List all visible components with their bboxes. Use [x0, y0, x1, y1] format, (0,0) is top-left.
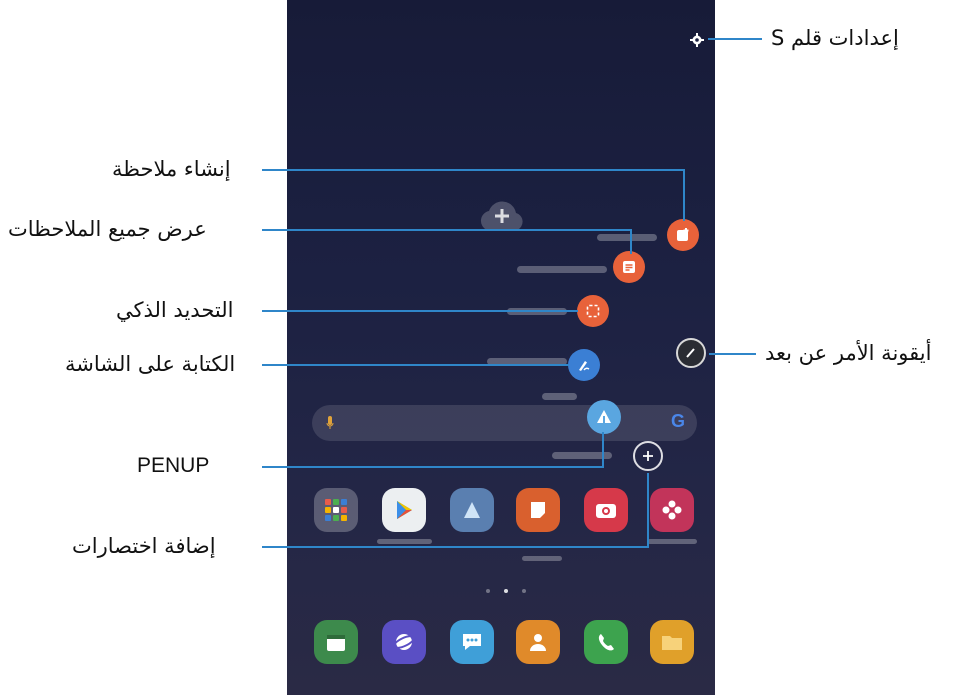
page-indicator-dot [504, 589, 508, 593]
phone-screen: G [287, 0, 715, 695]
play-store-app-icon[interactable] [382, 488, 426, 532]
air-command-button[interactable] [676, 338, 706, 368]
callout-line-create-note-v [683, 169, 685, 221]
callout-line-penup [262, 466, 604, 468]
search-bar[interactable]: G [312, 405, 697, 441]
penup-app-icon[interactable] [450, 488, 494, 532]
label-view-all-notes: عرض جميع الملاحظات [8, 217, 207, 241]
callout-line-smart-select [262, 310, 578, 312]
app-name-blur [522, 556, 562, 561]
callout-line-add-shortcuts-v [647, 473, 649, 548]
label-add-shortcuts: إضافة اختصارات [72, 534, 216, 558]
penup-icon [597, 410, 611, 423]
google-logo[interactable]: G [671, 411, 685, 432]
penup-button[interactable] [587, 400, 621, 434]
label-settings: إعدادات قلم S [771, 26, 899, 50]
app-name-blur [377, 539, 432, 544]
view-all-notes-button[interactable] [613, 251, 645, 283]
penup-blur-label [542, 393, 577, 400]
callout-line-view-notes-v [630, 229, 632, 254]
calendar-app-icon[interactable] [314, 620, 358, 664]
folder-app-icon[interactable] [314, 488, 358, 532]
view-notes-blur-label [517, 266, 607, 273]
pen-write-icon [579, 361, 590, 371]
notes-app-icon[interactable] [516, 488, 560, 532]
gear-icon[interactable] [690, 32, 704, 47]
screen-write-button[interactable] [568, 349, 600, 381]
callout-line-view-notes [262, 229, 632, 231]
messages-app-icon[interactable] [450, 620, 494, 664]
add-shortcut-button[interactable] [633, 441, 663, 471]
callout-line-add-shortcuts [262, 546, 649, 548]
plus-icon [643, 451, 653, 461]
callout-line-air-command [709, 353, 756, 355]
smart-select-button[interactable] [577, 295, 609, 327]
create-note-button[interactable] [667, 219, 699, 251]
callout-line-settings [708, 38, 762, 40]
page-indicator-dot [486, 589, 490, 593]
label-air-command-icon: أيقونة الأمر عن بعد [765, 341, 932, 365]
mic-icon[interactable] [326, 415, 334, 429]
label-smart-select: التحديد الذكي [116, 298, 234, 322]
label-penup: PENUP [137, 454, 210, 477]
pen-icon [686, 348, 695, 358]
phone-app-icon[interactable] [584, 620, 628, 664]
my-files-app-icon[interactable] [650, 620, 694, 664]
gallery-app-icon[interactable] [650, 488, 694, 532]
internet-app-icon[interactable] [382, 620, 426, 664]
label-create-note: إنشاء ملاحظة [112, 157, 231, 181]
cloud-add-icon [477, 200, 527, 232]
label-screen-write: الكتابة على الشاشة [65, 352, 236, 376]
create-note-blur-label [597, 234, 657, 241]
camera-app-icon[interactable] [584, 488, 628, 532]
app-name-blur [647, 539, 697, 544]
notes-list-icon [623, 261, 635, 273]
callout-line-screen-write [262, 364, 569, 366]
smart-select-icon [586, 304, 600, 318]
callout-line-create-note [262, 169, 685, 171]
page-indicator-dot [522, 589, 526, 593]
note-add-icon [677, 228, 689, 241]
contacts-app-icon[interactable] [516, 620, 560, 664]
callout-line-penup-v [602, 432, 604, 468]
